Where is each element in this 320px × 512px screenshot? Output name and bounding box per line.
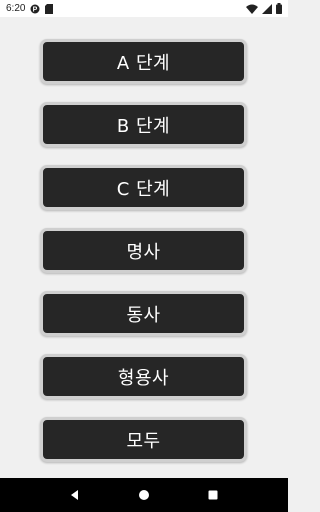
level-b-button[interactable]: B 단계 <box>40 102 247 147</box>
svg-text:P: P <box>33 6 38 13</box>
status-bar: 6:20 P <box>0 0 288 17</box>
level-c-button[interactable]: C 단계 <box>40 165 247 210</box>
level-a-label: A 단계 <box>116 52 171 74</box>
all-button[interactable]: 모두 <box>40 417 247 462</box>
notification-p-icon: P <box>30 4 40 14</box>
adjectives-label: 형용사 <box>117 367 170 389</box>
level-a-button[interactable]: A 단계 <box>40 39 247 84</box>
sd-card-icon <box>45 3 54 14</box>
navigation-bar <box>0 478 288 512</box>
back-icon <box>70 490 78 500</box>
nouns-label: 명사 <box>126 241 161 263</box>
status-right <box>246 3 282 14</box>
signal-icon <box>262 3 272 14</box>
adjectives-button[interactable]: 형용사 <box>40 354 247 399</box>
status-time: 6:20 <box>6 3 26 14</box>
home-icon <box>138 490 149 500</box>
nouns-button[interactable]: 명사 <box>40 228 247 273</box>
recents-icon <box>208 490 218 500</box>
back-button[interactable] <box>60 480 90 510</box>
level-b-label: B 단계 <box>116 115 171 137</box>
wifi-icon <box>246 4 258 14</box>
menu-list: A 단계 B 단계 C 단계 명사 동사 형용사 모두 <box>0 17 288 478</box>
all-label: 모두 <box>126 430 161 452</box>
home-button[interactable] <box>129 480 159 510</box>
battery-icon <box>276 3 282 14</box>
recents-button[interactable] <box>198 480 228 510</box>
level-c-label: C 단계 <box>116 178 171 200</box>
status-left: 6:20 P <box>6 3 54 14</box>
verbs-label: 동사 <box>126 304 161 326</box>
verbs-button[interactable]: 동사 <box>40 291 247 336</box>
